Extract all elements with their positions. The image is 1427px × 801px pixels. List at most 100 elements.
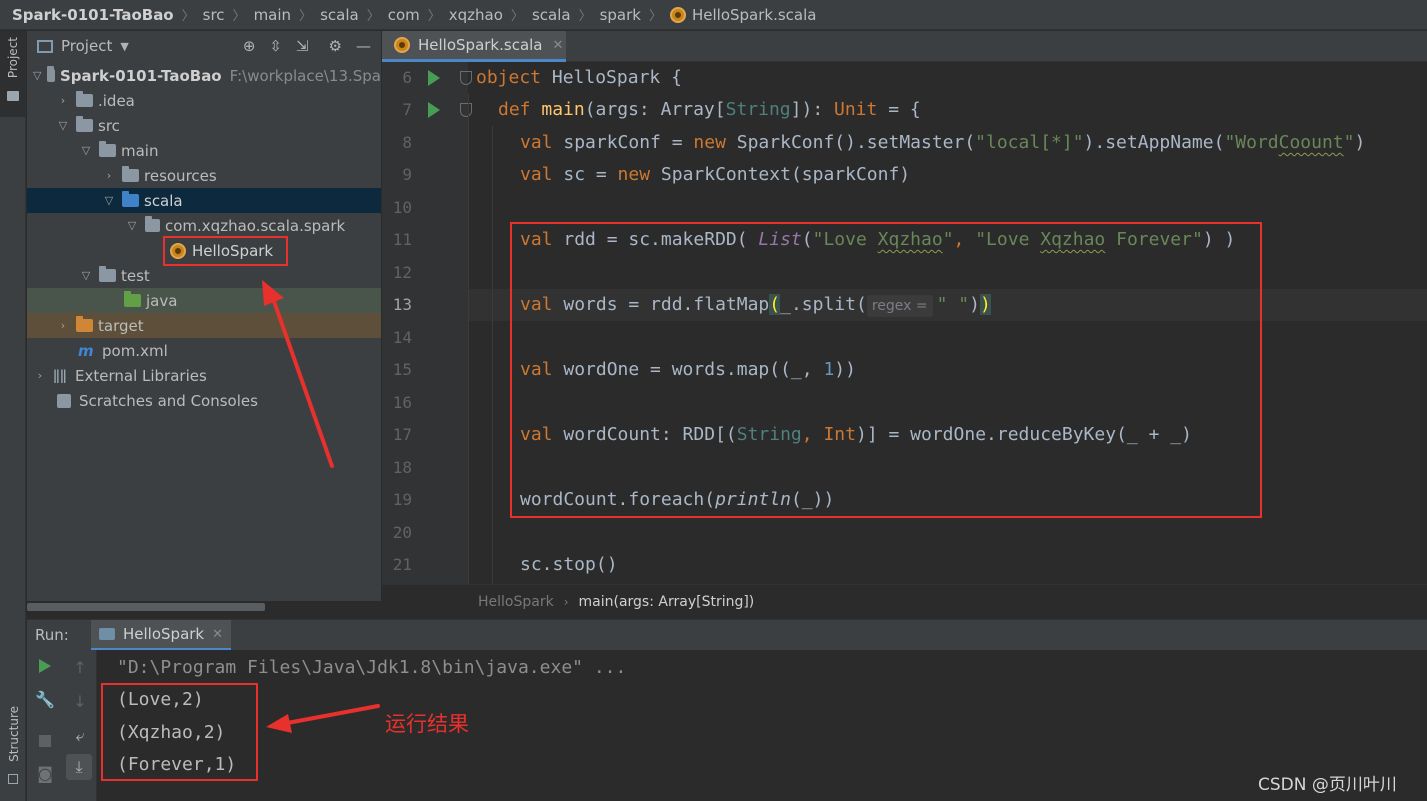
tree-item-label: External Libraries bbox=[75, 366, 207, 385]
minimize-icon[interactable]: — bbox=[356, 37, 371, 55]
tree-item-label: test bbox=[121, 266, 150, 285]
tree-item-label: com.xqzhao.scala.spark bbox=[165, 216, 346, 235]
code-line-21: sc.stop() bbox=[520, 554, 618, 575]
close-icon[interactable]: ✕ bbox=[212, 627, 223, 642]
editor-crumb-method[interactable]: main(args: Array[String]) bbox=[579, 594, 755, 610]
arrow-up-icon[interactable]: ↑ bbox=[65, 658, 95, 677]
tree-item-project-root[interactable]: ▽ Spark-0101-TaoBao F:\workplace\13.Spa bbox=[27, 63, 381, 88]
tree-item-label: Spark-0101-TaoBao bbox=[60, 66, 222, 85]
stop-icon[interactable] bbox=[30, 732, 60, 751]
chevron-right-icon[interactable]: › bbox=[56, 319, 70, 332]
chevron-right-icon[interactable]: › bbox=[33, 369, 47, 382]
scroll-to-end-icon[interactable]: ⤓ bbox=[66, 754, 92, 780]
chevron-down-icon[interactable]: ▼ bbox=[120, 40, 128, 53]
folder-icon bbox=[76, 116, 93, 132]
structure-tool-tab[interactable]: Structure bbox=[0, 700, 26, 772]
run-icon[interactable] bbox=[428, 70, 440, 86]
chevron-right-icon: 〉 bbox=[648, 9, 662, 24]
arrow-down-icon[interactable]: ↓ bbox=[65, 692, 95, 711]
close-icon[interactable]: ✕ bbox=[553, 38, 564, 53]
tree-item-idea[interactable]: › .idea bbox=[27, 88, 381, 113]
breadcrumb-com[interactable]: com bbox=[388, 6, 420, 24]
tree-item-label: Scratches and Consoles bbox=[79, 391, 258, 410]
camera-icon[interactable]: ◙ bbox=[30, 764, 60, 783]
breadcrumb-project[interactable]: Spark-0101-TaoBao bbox=[12, 6, 174, 24]
folder-icon bbox=[99, 266, 116, 282]
project-view-dropdown[interactable]: Project bbox=[61, 37, 112, 55]
tree-item-java[interactable]: java bbox=[27, 288, 381, 313]
line-number: 20 bbox=[392, 523, 412, 542]
editor-crumb-class[interactable]: HelloSpark bbox=[478, 594, 554, 610]
breadcrumb-scala[interactable]: scala bbox=[320, 6, 359, 24]
fold-marker-icon[interactable] bbox=[460, 103, 472, 117]
tree-item-external-libraries[interactable]: › ǁǁ External Libraries bbox=[27, 363, 381, 388]
chevron-down-icon[interactable]: ▽ bbox=[79, 144, 93, 157]
run-icon[interactable] bbox=[428, 102, 440, 118]
folder-icon bbox=[7, 91, 19, 101]
rerun-icon[interactable] bbox=[30, 658, 60, 677]
tree-item-resources[interactable]: › resources bbox=[27, 163, 381, 188]
wrench-icon[interactable]: 🔧 bbox=[30, 690, 60, 709]
editor-tab-hellospark[interactable]: HelloSpark.scala ✕ bbox=[382, 31, 566, 62]
fold-marker-icon[interactable] bbox=[460, 71, 472, 85]
chevron-down-icon[interactable]: ▽ bbox=[125, 219, 139, 232]
code-line-7: def main(args: Array[String]): Unit = { bbox=[498, 99, 921, 120]
chevron-down-icon[interactable]: ▽ bbox=[33, 69, 41, 82]
breadcrumb-scala-2[interactable]: scala bbox=[532, 6, 571, 24]
tree-item-scratches[interactable]: Scratches and Consoles bbox=[27, 388, 381, 413]
folder-icon bbox=[76, 91, 93, 107]
chevron-right-icon[interactable]: › bbox=[56, 94, 70, 107]
folder-icon bbox=[99, 141, 116, 157]
library-icon: ǁǁ bbox=[53, 367, 67, 384]
line-number-current: 13 bbox=[392, 295, 412, 314]
tree-item-src[interactable]: ▽ src bbox=[27, 113, 381, 138]
line-number: 8 bbox=[402, 133, 412, 152]
tree-item-test[interactable]: ▽ test bbox=[27, 263, 381, 288]
run-tab-hellospark[interactable]: HelloSpark ✕ bbox=[91, 620, 231, 651]
tree-item-main[interactable]: ▽ main bbox=[27, 138, 381, 163]
chevron-right-icon: 〉 bbox=[181, 9, 195, 24]
chevron-down-icon[interactable]: ▽ bbox=[56, 119, 70, 132]
line-number: 19 bbox=[392, 490, 412, 509]
line-number: 9 bbox=[402, 165, 412, 184]
scratches-icon bbox=[57, 393, 71, 408]
editor-tab-label: HelloSpark.scala bbox=[418, 36, 543, 54]
chevron-right-icon[interactable]: › bbox=[102, 169, 116, 182]
horizontal-scrollbar[interactable] bbox=[27, 603, 265, 611]
breadcrumb-spark[interactable]: spark bbox=[600, 6, 641, 24]
line-number: 10 bbox=[392, 198, 412, 217]
line-number: 18 bbox=[392, 458, 412, 477]
tree-item-label: java bbox=[146, 291, 178, 310]
chevron-down-icon[interactable]: ▽ bbox=[79, 269, 93, 282]
chevron-down-icon[interactable]: ▽ bbox=[102, 194, 116, 207]
code-line-9: val sc = new SparkContext(sparkConf) bbox=[520, 164, 911, 185]
breadcrumb-xqzhao[interactable]: xqzhao bbox=[449, 6, 503, 24]
breadcrumb-main[interactable]: main bbox=[254, 6, 291, 24]
expand-all-icon[interactable]: ⇳ bbox=[269, 37, 282, 55]
locate-icon[interactable]: ⊕ bbox=[243, 37, 256, 55]
package-icon bbox=[145, 216, 160, 232]
console-toolbar: ↑ ↓ ⤶ ⤓ bbox=[63, 650, 97, 801]
navigation-breadcrumb: Spark-0101-TaoBao 〉 src 〉 main 〉 scala 〉 com… bbox=[0, 0, 1427, 30]
project-view-icon bbox=[37, 39, 53, 53]
line-number: 14 bbox=[392, 328, 412, 347]
tree-item-package[interactable]: ▽ com.xqzhao.scala.spark bbox=[27, 213, 381, 238]
breadcrumb-file[interactable]: HelloSpark.scala bbox=[692, 6, 817, 24]
breadcrumb-src[interactable]: src bbox=[203, 6, 225, 24]
line-number: 17 bbox=[392, 425, 412, 444]
tree-item-label: resources bbox=[144, 166, 217, 185]
tree-item-scala[interactable]: ▽ scala bbox=[27, 188, 381, 213]
project-tool-tab[interactable]: Project bbox=[0, 31, 26, 117]
collapse-all-icon[interactable]: ⇲ bbox=[296, 37, 309, 55]
excluded-folder-icon bbox=[76, 316, 93, 332]
scala-object-icon bbox=[394, 37, 410, 53]
tree-item-pom[interactable]: m pom.xml bbox=[27, 338, 381, 363]
run-label: Run: bbox=[35, 626, 69, 644]
highlight-box-code bbox=[510, 222, 1262, 518]
soft-wrap-icon[interactable]: ⤶ bbox=[65, 726, 95, 746]
run-tab-label: HelloSpark bbox=[123, 625, 205, 643]
gear-icon[interactable]: ⚙ bbox=[329, 37, 342, 55]
tree-item-target[interactable]: › target bbox=[27, 313, 381, 338]
tree-item-path: F:\workplace\13.Spa bbox=[229, 66, 381, 85]
left-tool-strip bbox=[0, 31, 26, 801]
